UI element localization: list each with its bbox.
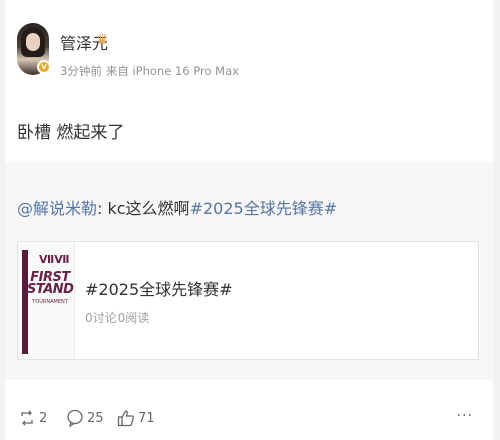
thumbnail-title: FIRST STAND (27, 270, 74, 297)
mention-link[interactable]: @解说米勒 (17, 199, 97, 218)
comment-button[interactable]: 25 (66, 408, 104, 428)
topic-card[interactable]: ⅦⅦ FIRST STAND TOURNAMENT #2025全球先锋赛# 0讨… (17, 241, 479, 360)
more-options-button[interactable]: ··· (457, 408, 473, 424)
post-text: 卧槽 燃起来了 (17, 123, 125, 143)
thumbnail-subtext: TOURNAMENT (32, 299, 68, 305)
verified-badge: V (37, 60, 51, 74)
card-meta: 0讨论0阅读 (85, 309, 149, 326)
action-bar: 2 25 71 ··· (5, 380, 493, 440)
comment-icon (66, 409, 84, 427)
card-reads: 0阅读 (117, 311, 150, 325)
thumbnail-mark: ⅦⅦ (39, 253, 70, 266)
like-button[interactable]: 71 (117, 408, 155, 428)
post: V 管泽元 ♛ 3分钟前 来自 iPhone 16 Pro Max 卧槽 燃起来了 (5, 0, 493, 162)
topic-thumbnail: ⅦⅦ FIRST STAND TOURNAMENT (18, 242, 75, 359)
repost-text: @解说米勒: kc这么燃啊#2025全球先锋赛# (17, 195, 337, 219)
repost-section[interactable]: @解说米勒: kc这么燃啊#2025全球先锋赛# ⅦⅦ FIRST STAND … (5, 162, 493, 380)
repost-icon (18, 409, 36, 427)
like-count: 71 (138, 410, 155, 426)
repost-count: 2 (39, 410, 48, 426)
thumbnail-logo-text: FIRST STAND TOURNAMENT (27, 270, 74, 306)
hashtag-link[interactable]: #2025全球先锋赛# (190, 199, 338, 218)
repost-button[interactable]: 2 (18, 408, 47, 428)
post-meta: 3分钟前 来自 iPhone 16 Pro Max (60, 63, 239, 79)
post-source: 来自 iPhone 16 Pro Max (105, 64, 239, 78)
crown-icon: ♛ (96, 32, 109, 48)
comment-count: 25 (87, 410, 104, 426)
avatar-face (26, 33, 40, 51)
card-discussions: 0讨论 (85, 311, 117, 325)
repost-body: : kc这么燃啊 (97, 199, 190, 218)
card-title[interactable]: #2025全球先锋赛# (85, 276, 233, 300)
thumbs-up-icon (117, 409, 135, 427)
post-time: 3分钟前 (60, 64, 102, 78)
